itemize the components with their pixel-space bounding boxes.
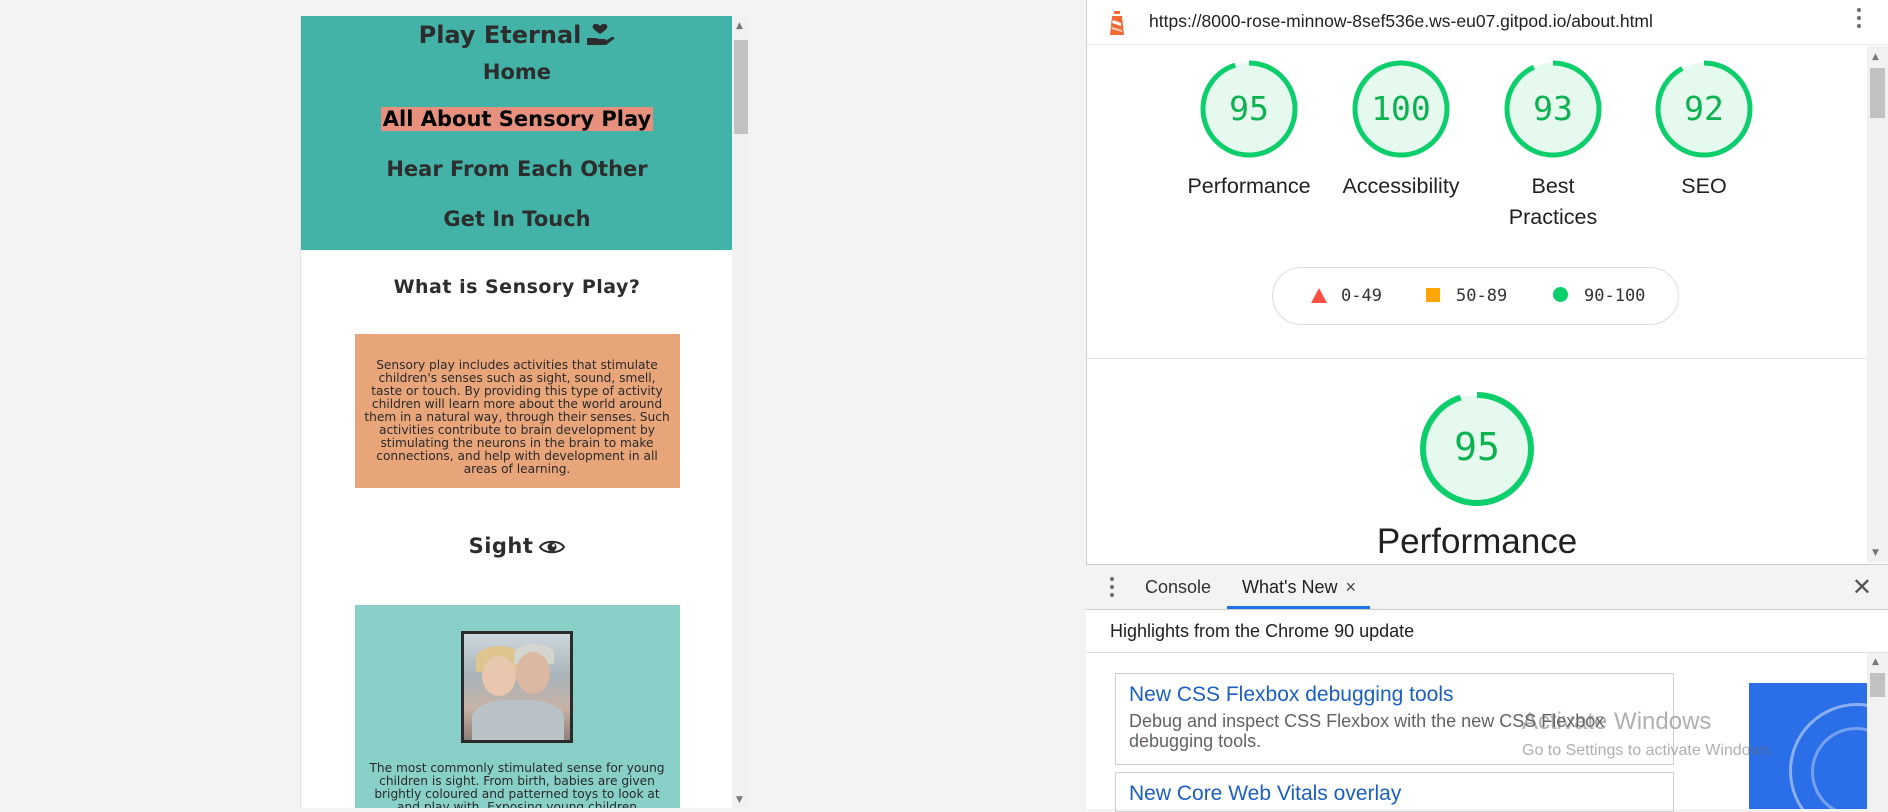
feature-title[interactable]: New Core Web Vitals overlay [1129, 782, 1660, 806]
nav-contact-label: Get In Touch [443, 207, 591, 231]
score-legend: 0-49 50-89 90-100 [1272, 267, 1679, 325]
what-is-sensory-play-card: Sensory play includes activities that st… [354, 334, 680, 488]
score-seo[interactable]: 92 SEO [1654, 59, 1754, 202]
feature-title[interactable]: New CSS Flexbox debugging tools [1129, 683, 1660, 707]
lighthouse-url-bar: https://8000-rose-minnow-8sef536e.ws-eu0… [1087, 0, 1888, 45]
devtools-drawer: Console What's New × ✕ Highlights from th… [1086, 564, 1888, 812]
drawer-scrollbar-thumb[interactable] [1870, 673, 1885, 697]
legend-fail-range: 0-49 [1341, 286, 1382, 306]
legend-average-range: 50-89 [1456, 286, 1508, 306]
score-label: Accessibility [1342, 174, 1460, 198]
score-label: Best Practices [1508, 174, 1598, 229]
square-icon [1426, 288, 1440, 302]
score-value: 93 [1533, 89, 1573, 128]
legend-average: 50-89 [1426, 286, 1507, 306]
preview-scrollbar[interactable]: ▲ ▼ [732, 16, 750, 808]
score-value: 95 [1229, 89, 1269, 128]
sight-heading: Sight [301, 534, 733, 564]
score-value: 100 [1371, 89, 1431, 128]
score-performance[interactable]: 95 Performance [1187, 59, 1311, 202]
performance-score: 95 [1454, 425, 1500, 469]
sight-heading-label: Sight [468, 534, 534, 558]
tab-whats-new-label: What's New [1242, 577, 1338, 597]
scroll-up-arrow-icon[interactable]: ▲ [1872, 52, 1879, 62]
activate-windows-watermark: Activate Windows Go to Settings to activ… [1522, 708, 1775, 760]
tab-console[interactable]: Console [1145, 577, 1211, 598]
more-options-icon[interactable] [1857, 8, 1861, 32]
performance-heading: Performance [1376, 522, 1578, 561]
sight-card: The most commonly stimulated sense for y… [354, 605, 680, 809]
drawer-menu-icon[interactable] [1110, 577, 1114, 601]
nav-home[interactable]: Home [301, 50, 733, 94]
nav-sensory-play-label: All About Sensory Play [380, 107, 654, 131]
sight-text: The most commonly stimulated sense for y… [369, 761, 665, 809]
close-drawer-icon[interactable]: ✕ [1852, 573, 1872, 602]
children-photo [461, 631, 573, 743]
score-label: SEO [1681, 174, 1727, 198]
score-value: 92 [1684, 89, 1724, 128]
highlights-heading: Highlights from the Chrome 90 update [1086, 610, 1888, 653]
scroll-up-arrow-icon[interactable]: ▲ [736, 21, 743, 31]
tab-whats-new[interactable]: What's New × [1227, 577, 1370, 609]
preview-scrollbar-thumb[interactable] [734, 40, 748, 134]
what-is-sensory-play-text: Sensory play includes activities that st… [364, 358, 670, 476]
divider [1087, 358, 1867, 359]
report-scrollbar[interactable]: ▲ ▼ [1867, 46, 1888, 563]
report-scrollbar-thumb[interactable] [1870, 68, 1885, 118]
nav-sensory-play[interactable]: All About Sensory Play [301, 94, 733, 144]
nav-hear-label: Hear From Each Other [386, 157, 648, 181]
heart-hand-icon [587, 23, 615, 45]
feature-card[interactable]: New Core Web Vitals overlay [1115, 772, 1674, 812]
drawer-tab-bar: Console What's New × ✕ [1086, 565, 1888, 610]
close-tab-icon[interactable]: × [1345, 577, 1356, 597]
what-is-sensory-play-heading: What is Sensory Play? [393, 276, 641, 298]
legend-pass: 90-100 [1553, 286, 1645, 306]
report-url: https://8000-rose-minnow-8sef536e.ws-eu0… [1149, 11, 1653, 31]
nav-hear-from-each-other[interactable]: Hear From Each Other [301, 144, 733, 194]
brand-logo[interactable]: Play Eternal [301, 16, 733, 50]
scroll-down-arrow-icon[interactable]: ▼ [1872, 548, 1879, 558]
site-header: Play Eternal Home All About Sensory Play… [301, 16, 733, 250]
scroll-down-arrow-icon[interactable]: ▼ [736, 795, 743, 805]
mobile-preview: Play Eternal Home All About Sensory Play… [300, 16, 733, 808]
nav-home-label: Home [482, 60, 552, 84]
watermark-subtitle: Go to Settings to activate Windows. [1522, 742, 1775, 759]
scroll-up-arrow-icon[interactable]: ▲ [1872, 657, 1879, 667]
active-tab-indicator [1227, 606, 1370, 609]
drawer-scrollbar[interactable]: ▲ [1867, 653, 1888, 809]
brand-name: Play Eternal [418, 21, 582, 49]
nav-get-in-touch[interactable]: Get In Touch [301, 194, 733, 244]
lighthouse-icon [1110, 11, 1124, 35]
eye-icon [539, 540, 566, 554]
circle-icon [1553, 287, 1568, 302]
legend-fail: 0-49 [1311, 286, 1382, 306]
score-accessibility[interactable]: 100 Accessibility [1342, 59, 1460, 202]
watermark-title: Activate Windows [1522, 708, 1712, 735]
triangle-icon [1311, 288, 1327, 303]
performance-gauge: 95 [1418, 390, 1536, 508]
score-best-practices[interactable]: 93 Best Practices [1503, 59, 1603, 233]
legend-pass-range: 90-100 [1584, 286, 1646, 306]
